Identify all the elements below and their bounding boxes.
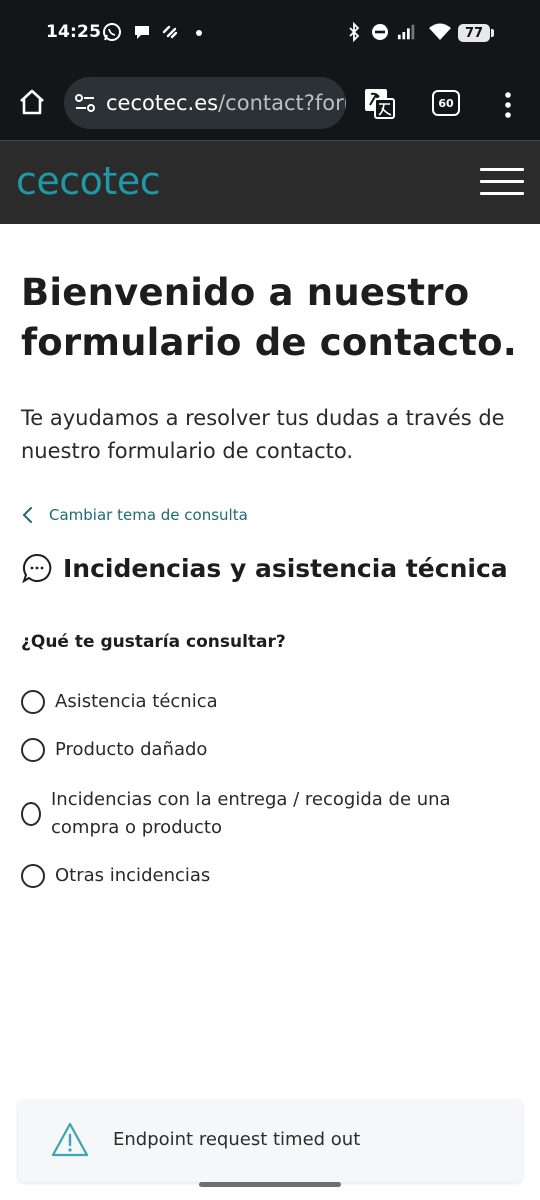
- section-title: Incidencias y asistencia técnica: [63, 553, 508, 583]
- intro-text: Te ayudamos a resolver tus dudas a travé…: [21, 406, 505, 463]
- signal-icon: [397, 24, 415, 40]
- section-header: Incidencias y asistencia técnica: [21, 552, 508, 584]
- whatsapp-icon: [103, 23, 121, 41]
- do-not-disturb-icon: [372, 24, 388, 40]
- radio-button[interactable]: [21, 738, 45, 762]
- page-title: Bienvenido a nuestro formulario de conta…: [21, 271, 518, 364]
- more-options-icon[interactable]: [500, 90, 516, 120]
- radio-button[interactable]: [21, 864, 45, 888]
- url-path: /contact?form: [218, 91, 346, 115]
- status-time: 14:25: [46, 22, 102, 42]
- change-topic-label: Cambiar tema de consulta: [49, 506, 248, 524]
- tab-switcher-button[interactable]: 60: [432, 90, 460, 116]
- tinder-like-icon: [162, 25, 178, 39]
- option-label: Incidencias con la entrega / recogida de…: [51, 789, 451, 838]
- status-bar: 14:25 77: [0, 0, 540, 64]
- hamburger-menu-icon[interactable]: [480, 168, 524, 198]
- radio-button[interactable]: [21, 802, 41, 826]
- battery-tip: [491, 29, 494, 37]
- home-icon[interactable]: [16, 86, 48, 118]
- home-indicator[interactable]: [199, 1182, 341, 1187]
- contact-form: Bienvenido a nuestro formulario de conta…: [21, 224, 521, 888]
- cecotec-logo[interactable]: cecotec: [16, 163, 202, 203]
- option-otras-incidencias[interactable]: Otras incidencias: [21, 862, 210, 890]
- warning-icon: [51, 1122, 89, 1157]
- question-label: ¿Qué te gustaría consultar?: [21, 632, 286, 652]
- site-settings-icon[interactable]: [74, 92, 96, 114]
- url-domain: cecotec.es: [106, 91, 219, 115]
- battery-level: 77: [458, 24, 490, 42]
- change-topic-link[interactable]: Cambiar tema de consulta: [21, 506, 248, 524]
- address-bar[interactable]: cecotec.es/contact?form: [64, 77, 346, 129]
- chevron-left-icon: [22, 507, 32, 523]
- translate-icon[interactable]: [362, 86, 396, 120]
- chat-bubble-icon: [22, 553, 52, 584]
- option-label: Otras incidencias: [55, 865, 211, 886]
- svg-text:cecotec: cecotec: [16, 163, 160, 203]
- error-toast: Endpoint request timed out: [18, 1100, 522, 1182]
- toast-message: Endpoint request timed out: [113, 1129, 361, 1150]
- notification-dot: [196, 30, 202, 36]
- bluetooth-icon: [349, 22, 360, 42]
- option-asistencia-tecnica[interactable]: Asistencia técnica: [21, 688, 218, 716]
- option-label: Producto dañado: [55, 739, 208, 760]
- wifi-icon: [429, 23, 451, 40]
- option-incidencias-entrega[interactable]: Incidencias con la entrega / recogida de…: [21, 786, 491, 842]
- radio-button[interactable]: [21, 690, 45, 714]
- browser-toolbar: cecotec.es/contact?form 60: [0, 64, 540, 140]
- chat-bubble-icon: [135, 26, 149, 39]
- site-header: cecotec: [0, 140, 540, 224]
- option-producto-danado[interactable]: Producto dañado: [21, 736, 207, 764]
- option-label: Asistencia técnica: [55, 691, 218, 712]
- url-text[interactable]: cecotec.es/contact?form: [106, 91, 346, 115]
